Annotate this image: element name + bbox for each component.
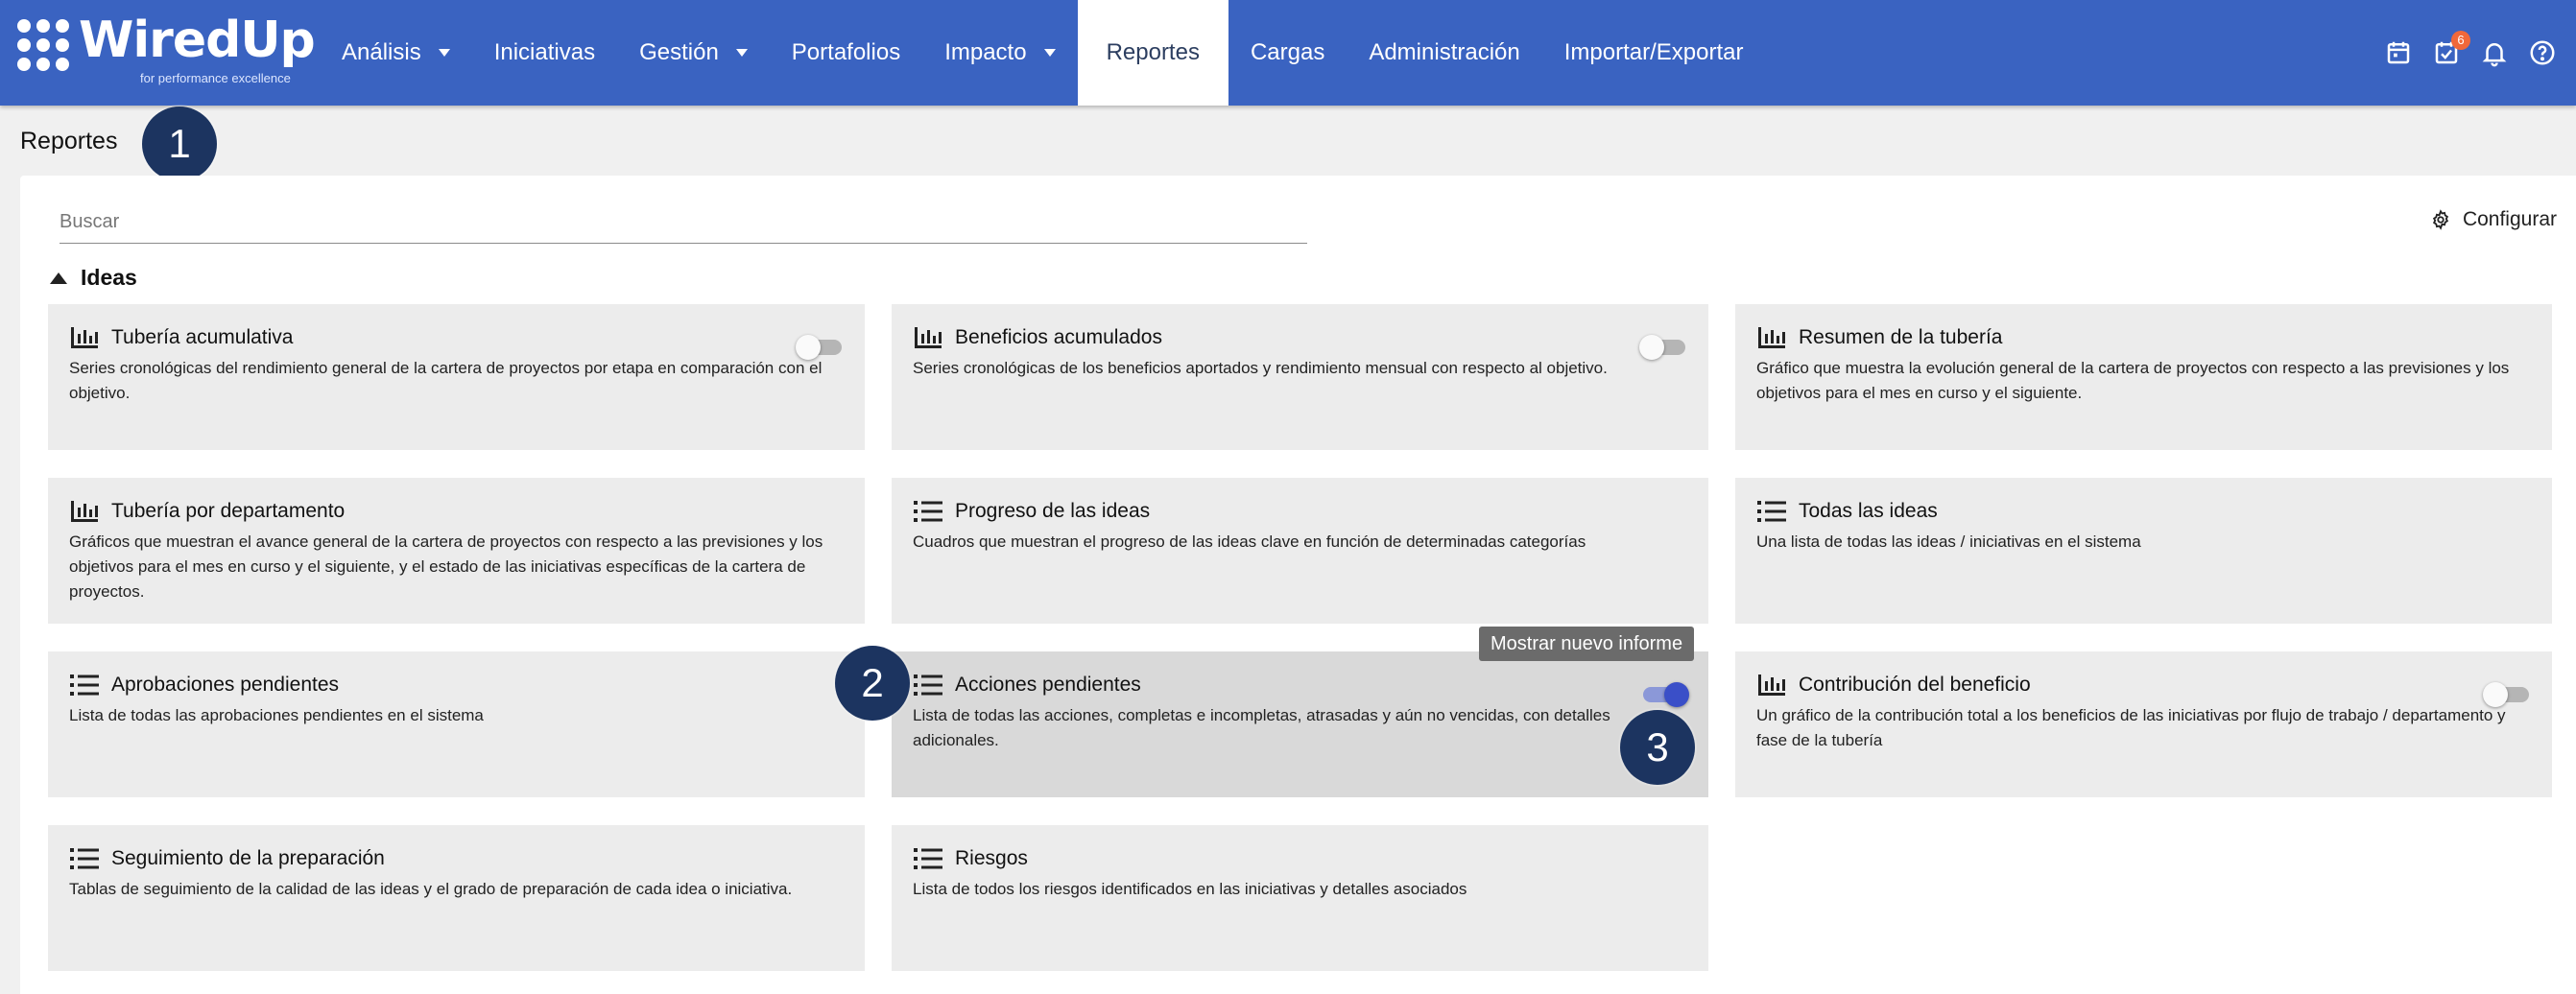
nav-item-label: Iniciativas	[493, 39, 596, 65]
card-title: Todas las ideas	[1799, 500, 1938, 522]
report-card-tuberia-acumulativa[interactable]: Tubería acumulativa Series cronológicas …	[48, 304, 865, 450]
logo-dots-icon	[17, 19, 71, 77]
nav-item-label: Reportes	[1106, 39, 1200, 65]
report-card-beneficios-acumulados[interactable]: Beneficios acumulados Series cronológica…	[892, 304, 1708, 450]
search-input[interactable]	[60, 201, 1307, 244]
card-description: Gráfico que muestra la evolución general…	[1756, 359, 2510, 402]
nav-item-administracion[interactable]: Administración	[1347, 0, 1541, 106]
section-title: Ideas	[81, 265, 137, 290]
gear-icon	[2432, 209, 2448, 230]
report-card-contribucion-beneficio[interactable]: Contribución del beneficio Un gráfico de…	[1735, 651, 2552, 797]
step-marker: 2	[835, 646, 910, 721]
bell-icon[interactable]	[2480, 38, 2509, 67]
configure-button[interactable]: Configurar	[2430, 205, 2557, 234]
main-menu: Análisis Iniciativas Gestión Portafolios…	[320, 0, 1765, 106]
list-icon	[914, 674, 942, 696]
page-title: Reportes	[20, 128, 118, 154]
nav-item-label: Cargas	[1250, 39, 1325, 65]
nav-item-gestion[interactable]: Gestión	[617, 0, 770, 106]
chevron-down-icon	[1043, 49, 1056, 57]
nav-item-label: Administración	[1369, 39, 1520, 65]
nav-item-iniciativas[interactable]: Iniciativas	[472, 0, 617, 106]
bar-chart-icon	[71, 327, 98, 348]
notification-count-badge: 6	[2451, 31, 2470, 50]
card-title: Progreso de las ideas	[955, 500, 1151, 522]
help-icon[interactable]	[2528, 38, 2557, 67]
show-report-toggle[interactable]	[2483, 680, 2533, 707]
nav-item-analisis[interactable]: Análisis	[320, 0, 472, 106]
report-card-acciones-pendientes[interactable]: Acciones pendientes Lista de todas las a…	[892, 651, 1708, 797]
logo-wordmark: WiredUp	[79, 12, 316, 69]
show-report-toggle[interactable]	[796, 333, 846, 360]
bar-chart-icon	[915, 327, 942, 348]
card-description: Lista de todos los riesgos identificados…	[913, 880, 1467, 898]
card-title: Beneficios acumulados	[955, 326, 1162, 348]
nav-item-label: Portafolios	[791, 39, 901, 65]
nav-item-impacto[interactable]: Impacto	[922, 0, 1077, 106]
report-card-tuberia-por-departamento[interactable]: Tubería por departamento Gráficos que mu…	[48, 478, 865, 624]
card-title: Resumen de la tubería	[1799, 326, 2003, 348]
nav-item-label: Análisis	[342, 39, 421, 65]
nav-item-label: Impacto	[944, 39, 1027, 65]
card-title: Riesgos	[955, 847, 1028, 869]
show-report-toggle[interactable]	[1639, 680, 1689, 707]
list-icon	[914, 848, 942, 869]
header-actions: 6	[2384, 29, 2557, 77]
card-description: Series cronológicas del rendimiento gene…	[69, 359, 823, 402]
card-description: Lista de todas las acciones, completas e…	[913, 706, 1610, 749]
card-description: Lista de todas las aprobaciones pendient…	[69, 706, 484, 724]
card-title: Aprobaciones pendientes	[111, 674, 340, 696]
list-icon	[70, 848, 99, 869]
nav-item-label: Importar/Exportar	[1563, 39, 1744, 65]
calendar-icon[interactable]	[2384, 38, 2413, 67]
step-marker: 3	[1620, 710, 1695, 785]
report-card-seguimiento-preparacion[interactable]: Seguimiento de la preparación Tablas de …	[48, 825, 865, 971]
nav-item-label: Gestión	[639, 39, 719, 65]
show-report-toggle[interactable]	[1639, 333, 1689, 360]
task-check-icon[interactable]: 6	[2432, 31, 2470, 67]
list-icon	[1757, 501, 1786, 522]
nav-item-reportes[interactable]: Reportes	[1077, 0, 1228, 106]
collapse-triangle-icon	[50, 272, 67, 284]
logo-tagline: for performance excellence	[140, 71, 291, 85]
bar-chart-icon	[1758, 674, 1785, 696]
card-description: Gráficos que muestran el avance general …	[69, 532, 823, 601]
report-card-aprobaciones-pendientes[interactable]: Aprobaciones pendientes Lista de todas l…	[48, 651, 865, 797]
bar-chart-icon	[71, 501, 98, 522]
card-title: Acciones pendientes	[955, 674, 1141, 696]
toggle-tooltip: Mostrar nuevo informe	[1479, 627, 1695, 661]
nav-item-importar-exportar[interactable]: Importar/Exportar	[1542, 0, 1766, 106]
top-navigation-bar: WiredUp for performance excellence Análi…	[0, 0, 2576, 106]
configure-label: Configurar	[2462, 208, 2557, 230]
card-title: Tubería acumulativa	[111, 326, 294, 348]
report-card-progreso-ideas[interactable]: Progreso de las ideas Cuadros que muestr…	[892, 478, 1708, 624]
card-title: Tubería por departamento	[111, 500, 346, 522]
card-description: Cuadros que muestran el progreso de las …	[913, 532, 1586, 551]
step-marker: 1	[142, 106, 217, 181]
card-title: Seguimiento de la preparación	[111, 847, 385, 869]
card-description: Un gráfico de la contribución total a lo…	[1756, 706, 2506, 749]
report-card-resumen-tuberia[interactable]: Resumen de la tubería Gráfico que muestr…	[1735, 304, 2552, 450]
chevron-down-icon	[438, 49, 450, 57]
list-icon	[70, 674, 99, 696]
report-card-todas-las-ideas[interactable]: Todas las ideas Una lista de todas las i…	[1735, 478, 2552, 624]
report-card-riesgos[interactable]: Riesgos Lista de todos los riesgos ident…	[892, 825, 1708, 971]
nav-item-portafolios[interactable]: Portafolios	[770, 0, 922, 106]
card-description: Tablas de seguimiento de la calidad de l…	[69, 880, 793, 898]
section-toggle-ideas[interactable]: Ideas	[50, 265, 137, 291]
card-description: Series cronológicas de los beneficios ap…	[913, 359, 1608, 377]
wiredup-logo[interactable]: WiredUp for performance excellence	[17, 12, 316, 90]
card-title: Contribución del beneficio	[1799, 674, 2031, 696]
chevron-down-icon	[735, 49, 748, 57]
list-icon	[914, 501, 942, 522]
card-description: Una lista de todas las ideas / iniciativ…	[1756, 532, 2141, 551]
nav-item-cargas[interactable]: Cargas	[1228, 0, 1347, 106]
bar-chart-icon	[1758, 327, 1785, 348]
